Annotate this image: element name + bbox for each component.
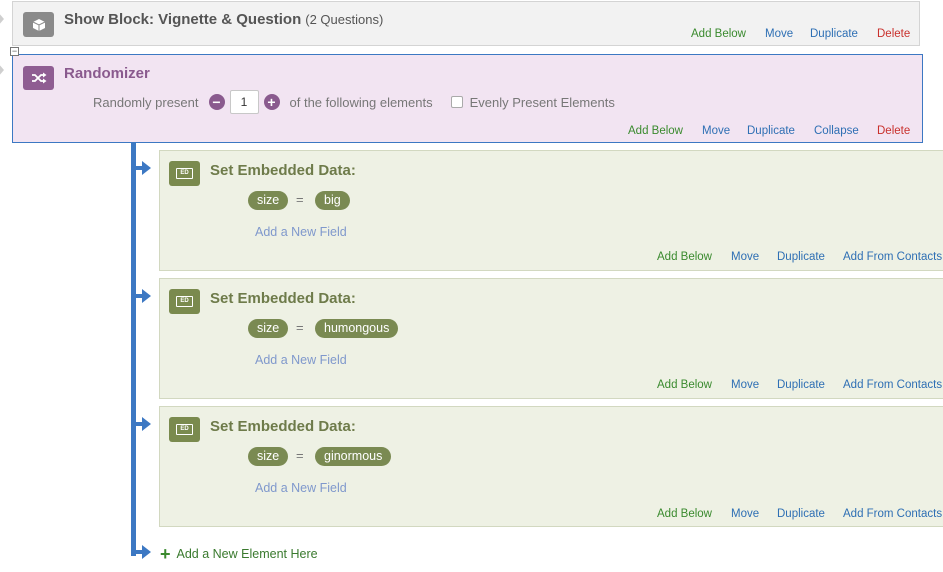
embedded-field-value[interactable]: big [315,191,350,210]
show-block-delete-link[interactable]: Delete [877,28,910,40]
collapse-toggle-icon[interactable]: − [10,47,19,56]
flow-arrow-icon [142,289,151,303]
embedded-move-link[interactable]: Move [731,379,759,391]
embedded-field-name[interactable]: size [248,319,289,338]
add-new-field-link[interactable]: Add a New Field [255,225,347,239]
equals-sign: = [296,320,304,335]
embedded-add-from-contacts-link[interactable]: Add From Contacts [843,379,942,391]
increment-plus-icon[interactable]: + [263,94,280,110]
embedded-data-title: Set Embedded Data: [210,290,356,307]
show-block-handle [0,12,6,26]
embedded-add-below-link[interactable]: Add Below [657,508,712,520]
randomizer-move-link[interactable]: Move [702,125,730,137]
embedded-data-icon: ED [169,289,200,314]
show-block-question-count: (2 Questions) [305,12,384,27]
randomizer-delete-link[interactable]: Delete [877,125,910,137]
randomizer-count-input[interactable] [229,90,259,114]
show-block: Show Block: Vignette & Question (2 Questi… [12,1,920,46]
decrement-minus-icon[interactable]: − [208,94,225,110]
randomizer-suffix-label: of the following elements [289,94,433,110]
randomizer-add-below-link[interactable]: Add Below [628,125,683,137]
add-new-field-link[interactable]: Add a New Field [255,353,347,367]
embedded-data-icon-label: ED [176,296,193,307]
randomizer-settings-row: Randomly present − + of the following el… [93,90,615,114]
flow-arrow-icon [142,161,151,175]
embedded-add-from-contacts-link[interactable]: Add From Contacts [843,508,942,520]
show-block-add-below-link[interactable]: Add Below [691,28,746,40]
embedded-data-title: Set Embedded Data: [210,418,356,435]
show-block-title-text: Show Block: Vignette & Question [64,11,302,28]
flow-arrow-icon [142,417,151,431]
equals-sign: = [296,448,304,463]
plus-icon: + [160,544,171,564]
embedded-add-from-contacts-link[interactable]: Add From Contacts [843,251,942,263]
embedded-move-link[interactable]: Move [731,508,759,520]
evenly-present-label: Evenly Present Elements [469,94,615,110]
embedded-move-link[interactable]: Move [731,251,759,263]
randomizer-duplicate-link[interactable]: Duplicate [747,125,795,137]
randomizer-title: Randomizer [64,65,150,82]
shuffle-icon [23,66,54,90]
embedded-duplicate-link[interactable]: Duplicate [777,508,825,520]
embedded-field-value[interactable]: humongous [315,319,399,338]
show-block-title[interactable]: Show Block: Vignette & Question (2 Questi… [64,11,383,28]
evenly-present-checkbox[interactable] [450,96,463,108]
embedded-data-icon: ED [169,161,200,186]
randomizer-prefix-label: Randomly present [93,94,199,110]
flow-arrow-icon [142,545,151,559]
show-block-duplicate-link[interactable]: Duplicate [810,28,858,40]
randomizer-block: Randomizer Randomly present − + of the f… [12,54,923,143]
embedded-add-below-link[interactable]: Add Below [657,379,712,391]
embedded-data-title: Set Embedded Data: [210,162,356,179]
embedded-field-name[interactable]: size [248,191,289,210]
embedded-duplicate-link[interactable]: Duplicate [777,379,825,391]
embedded-data-icon: ED [169,417,200,442]
embedded-data-block: ED Set Embedded Data: size = humongous A… [159,278,943,399]
embedded-field-name[interactable]: size [248,447,289,466]
add-new-element-label: Add a New Element Here [176,547,318,561]
embedded-data-icon-label: ED [176,168,193,179]
equals-sign: = [296,192,304,207]
embedded-add-below-link[interactable]: Add Below [657,251,712,263]
block-cube-icon [23,12,54,37]
randomizer-handle [0,63,6,77]
embedded-data-block: ED Set Embedded Data: size = ginormous A… [159,406,943,527]
embedded-field-value[interactable]: ginormous [315,447,392,466]
embedded-duplicate-link[interactable]: Duplicate [777,251,825,263]
add-new-field-link[interactable]: Add a New Field [255,481,347,495]
flow-line-vertical [131,143,136,556]
embedded-data-icon-label: ED [176,424,193,435]
embedded-data-block: ED Set Embedded Data: size = big Add a N… [159,150,943,271]
randomizer-collapse-link[interactable]: Collapse [814,125,859,137]
show-block-move-link[interactable]: Move [765,28,793,40]
add-new-element-link[interactable]: + Add a New Element Here [160,545,318,563]
